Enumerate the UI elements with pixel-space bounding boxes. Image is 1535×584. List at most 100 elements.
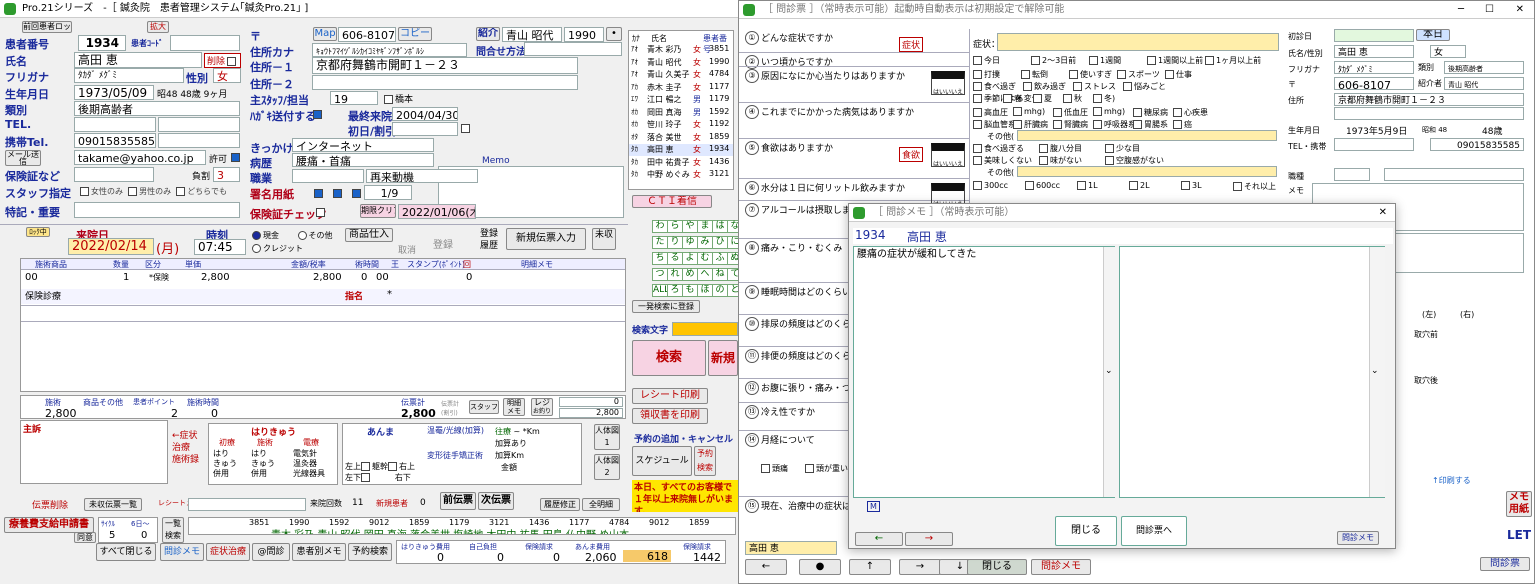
- kana-field[interactable]: ﾀｶﾀﾞ ﾒｸﾞﾐ: [74, 68, 184, 83]
- mail-send-button[interactable]: メール送信: [5, 150, 41, 166]
- cell-pt[interactable]: 00: [376, 272, 389, 283]
- close-icon[interactable]: ✕: [1516, 1, 1524, 18]
- special-field[interactable]: [74, 202, 240, 218]
- item-hari[interactable]: はり: [213, 449, 237, 459]
- cell-name[interactable]: 保険診療: [25, 289, 61, 302]
- answer-option[interactable]: 脳血管系: [973, 119, 1016, 130]
- answer-checkbox[interactable]: [1173, 108, 1182, 117]
- delete-checkbox[interactable]: [227, 57, 237, 66]
- answer-option[interactable]: 少な目: [1105, 143, 1140, 154]
- answer-option[interactable]: 糖尿病: [1133, 107, 1168, 118]
- answer-option[interactable]: 心疾患: [1173, 107, 1208, 118]
- prev-slip-button[interactable]: 前伝票: [440, 492, 476, 510]
- cell-pt2[interactable]: *: [387, 289, 392, 300]
- answer-option[interactable]: 使いすぎ: [1069, 69, 1112, 80]
- monshin-sheet-button[interactable]: 問診票: [1480, 557, 1530, 571]
- permit-checkbox[interactable]: [231, 153, 240, 162]
- answer-checkbox[interactable]: [973, 94, 982, 103]
- list-item[interactable]: ｴﾜ 江口 暢之 男 1179: [629, 94, 733, 106]
- answer-checkbox[interactable]: [1013, 120, 1022, 129]
- answer-option[interactable]: 春: [1003, 93, 1022, 104]
- patient-no-field[interactable]: 1934: [78, 35, 126, 51]
- expire-field[interactable]: 2022/01/06(木): [398, 204, 476, 219]
- ins-check-checkbox[interactable]: [316, 208, 325, 217]
- first-visit-field[interactable]: [1334, 29, 1414, 42]
- search-text-field[interactable]: [672, 322, 738, 336]
- name-field[interactable]: 高田 恵: [74, 52, 202, 68]
- disease-field[interactable]: 腰痛・首痛: [292, 153, 434, 167]
- next-slip-button[interactable]: 次伝票: [478, 492, 514, 510]
- history-fix-button[interactable]: 履歴修正: [540, 498, 580, 511]
- list-item[interactable]: ﾀｶ 中野 めぐみ女 3121: [629, 169, 733, 181]
- item-light[interactable]: 光線器具: [293, 469, 325, 479]
- map-button[interactable]: Map: [313, 27, 337, 41]
- kana-button[interactable]: れ: [667, 268, 683, 281]
- answer-checkbox[interactable]: [973, 144, 982, 153]
- detail-memo-button[interactable]: 明細メモ: [503, 398, 525, 416]
- tel-field[interactable]: [74, 117, 156, 132]
- cell-amount[interactable]: 2,800: [313, 272, 342, 283]
- time-field[interactable]: 07:45: [194, 239, 246, 255]
- answer-checkbox[interactable]: [1233, 182, 1242, 191]
- answer-checkbox[interactable]: [1089, 56, 1098, 65]
- unreceived-list-button[interactable]: 未収伝票一覧: [84, 498, 142, 511]
- kana-button[interactable]: ほ: [697, 284, 713, 297]
- main-staff-select[interactable]: 19: [330, 91, 378, 105]
- lock-button[interactable]: ﾛｯｸ中: [26, 227, 50, 237]
- answer-option[interactable]: 1週間: [1089, 55, 1121, 66]
- copy-button[interactable]: コピー: [398, 27, 432, 41]
- answer-option[interactable]: 悩みごと: [1123, 81, 1166, 92]
- delete-slip-button[interactable]: 伝票削除: [32, 498, 68, 511]
- answer-option[interactable]: 打撲: [973, 69, 1000, 80]
- limb-ll[interactable]: 左下: [345, 473, 361, 482]
- answer-option[interactable]: 秋: [1063, 93, 1082, 104]
- answer-option[interactable]: 腎臓病: [1053, 119, 1088, 130]
- bill-print-button[interactable]: 領収書を印刷: [632, 408, 708, 424]
- kana-button[interactable]: ね: [712, 268, 728, 281]
- list-item[interactable]: ｵｶ 笹川 玲子 女 1192: [629, 119, 733, 131]
- kana-button[interactable]: や: [682, 220, 698, 233]
- answer-option[interactable]: 高血圧: [973, 107, 1008, 118]
- register-label[interactable]: 登録: [433, 236, 453, 251]
- all-details-button[interactable]: 全明細: [582, 498, 620, 511]
- bottom-button[interactable]: すべて閉じる: [96, 543, 156, 561]
- cell-time[interactable]: 0: [361, 272, 367, 283]
- answer-checkbox[interactable]: [973, 70, 982, 79]
- bottom-button[interactable]: @問診: [252, 543, 290, 561]
- today-button[interactable]: 本日: [1416, 29, 1450, 41]
- answer-checkbox[interactable]: [1023, 82, 1032, 91]
- answer-checkbox[interactable]: [1077, 181, 1086, 190]
- repeat-select[interactable]: 再来動機: [366, 169, 478, 183]
- cell-code[interactable]: 00: [25, 272, 38, 283]
- answer-option[interactable]: 冬): [1093, 93, 1115, 104]
- cell-kind[interactable]: *保険: [149, 272, 169, 283]
- bottom-button[interactable]: 症状治療: [206, 543, 250, 561]
- answer-option[interactable]: スポーツ: [1117, 69, 1160, 80]
- referral-name[interactable]: 青山 昭代: [502, 27, 562, 42]
- male-radio[interactable]: [128, 187, 138, 196]
- answer-checkbox[interactable]: [1093, 107, 1102, 116]
- register-button[interactable]: レジ お釣り: [531, 398, 553, 416]
- answer-option[interactable]: 600cc: [1025, 181, 1060, 190]
- kana-button[interactable]: わ: [652, 220, 668, 233]
- email-field[interactable]: takame@yahoo.co.jp: [74, 150, 206, 165]
- receipt-print-button[interactable]: レシート印刷: [632, 388, 708, 404]
- answer-checkbox[interactable]: [761, 464, 770, 473]
- cell-num[interactable]: 0: [466, 272, 472, 283]
- answer-option[interactable]: mhg): [1013, 107, 1045, 116]
- print-label[interactable]: ↑印刷する: [1432, 475, 1471, 486]
- other-radio[interactable]: [297, 231, 307, 240]
- answer-option[interactable]: 頭痛: [761, 463, 788, 474]
- answer-checkbox[interactable]: [1093, 120, 1102, 129]
- to-monshin-button[interactable]: 問診票へ: [1121, 516, 1187, 546]
- answer-checkbox[interactable]: [1033, 94, 1042, 103]
- answer-option[interactable]: mhg): [1093, 107, 1125, 116]
- answer-checkbox[interactable]: [805, 464, 814, 473]
- limb-lu-check[interactable]: [361, 462, 370, 471]
- treat-link[interactable]: 治療: [172, 442, 204, 454]
- answer-option[interactable]: 2～3日前: [1031, 55, 1076, 66]
- answer-option[interactable]: 肝臓病: [1013, 119, 1048, 130]
- kana-button[interactable]: ゆ: [682, 236, 698, 249]
- goods-button[interactable]: 商品仕入: [345, 228, 393, 242]
- answer-checkbox[interactable]: [1031, 56, 1040, 65]
